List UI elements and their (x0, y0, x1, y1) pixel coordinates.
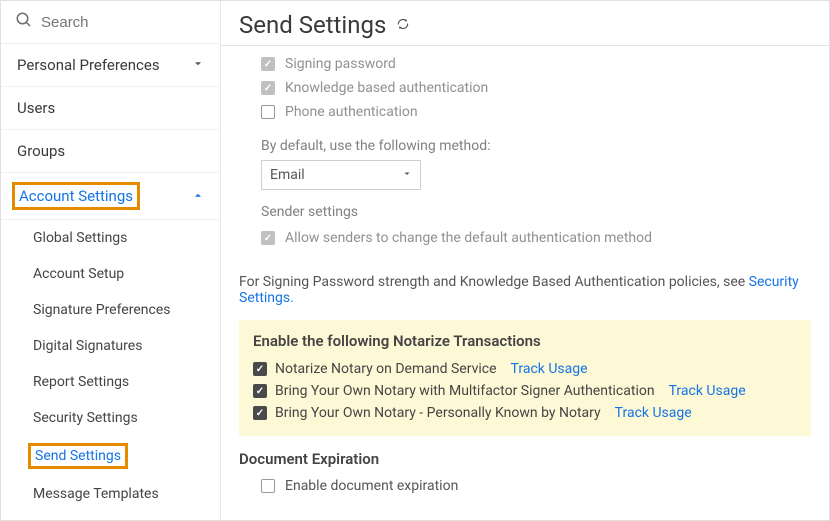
auth-label: Signing password (285, 56, 396, 72)
chevron-down-icon (192, 56, 204, 74)
auth-label: Phone authentication (285, 104, 418, 120)
notarize-opt-label: Notarize Notary on Demand Service (275, 361, 497, 377)
notarize-panel: Enable the following Notarize Transactio… (239, 320, 811, 436)
search-input[interactable] (41, 14, 206, 31)
search-box[interactable] (1, 1, 220, 44)
enable-expiration-row[interactable]: Enable document expiration (239, 474, 811, 498)
notarize-opt2-row[interactable]: ✓ Bring Your Own Notary with Multifactor… (253, 380, 797, 402)
default-method-label: By default, use the following method: (261, 138, 811, 154)
nav-label: Users (17, 99, 55, 117)
checkbox-checked-icon[interactable]: ✓ (253, 406, 267, 420)
sidebar-item-groups[interactable]: Groups (1, 130, 220, 173)
checkbox-unchecked-icon[interactable] (261, 105, 275, 119)
track-usage-link[interactable]: Track Usage (511, 361, 588, 377)
main-content: Send Settings ✓ Signing password ✓ Knowl… (221, 1, 829, 520)
notarize-opt1-row[interactable]: ✓ Notarize Notary on Demand Service Trac… (253, 358, 797, 380)
sub-item-message-templates[interactable]: Message Templates (1, 476, 220, 512)
page-title: Send Settings (239, 11, 386, 39)
policy-text: For Signing Password strength and Knowle… (239, 274, 749, 290)
refresh-icon[interactable] (396, 16, 410, 35)
chevron-up-icon (192, 187, 204, 205)
account-settings-submenu: Global Settings Account Setup Signature … (1, 220, 220, 512)
notarize-opt3-row[interactable]: ✓ Bring Your Own Notary - Personally Kno… (253, 402, 797, 424)
enable-expiration-label: Enable document expiration (285, 478, 458, 494)
sender-allow-change-row: ✓ Allow senders to change the default au… (261, 226, 811, 250)
sub-item-report-settings[interactable]: Report Settings (1, 364, 220, 400)
notarize-opt-label: Bring Your Own Notary - Personally Known… (275, 405, 601, 421)
sub-item-security-settings[interactable]: Security Settings (1, 400, 220, 436)
checkbox-checked-disabled-icon: ✓ (261, 231, 275, 245)
document-expiration-heading: Document Expiration (239, 450, 811, 468)
sidebar: Personal Preferences Users Groups Accoun… (1, 1, 221, 520)
sender-settings-label: Sender settings (261, 204, 811, 220)
auth-signing-password-row: ✓ Signing password (261, 52, 811, 76)
sender-allow-label: Allow senders to change the default auth… (285, 230, 652, 246)
sidebar-item-users[interactable]: Users (1, 87, 220, 130)
nav-label: Account Settings (19, 187, 133, 205)
track-usage-link[interactable]: Track Usage (615, 405, 692, 421)
sidebar-item-account-settings[interactable]: Account Settings (1, 173, 220, 220)
sidebar-item-personal-preferences[interactable]: Personal Preferences (1, 44, 220, 87)
notarize-opt-label: Bring Your Own Notary with Multifactor S… (275, 383, 655, 399)
policy-info-line: For Signing Password strength and Knowle… (239, 274, 811, 306)
select-value: Email (270, 167, 305, 183)
sub-item-signature-preferences[interactable]: Signature Preferences (1, 292, 220, 328)
sub-item-digital-signatures[interactable]: Digital Signatures (1, 328, 220, 364)
sub-item-global-settings[interactable]: Global Settings (1, 220, 220, 256)
sub-item-account-setup[interactable]: Account Setup (1, 256, 220, 292)
notarize-panel-title: Enable the following Notarize Transactio… (253, 332, 797, 350)
checkbox-checked-disabled-icon: ✓ (261, 57, 275, 71)
highlight-marker: Account Settings (12, 182, 140, 210)
nav-label: Personal Preferences (17, 56, 160, 74)
checkbox-checked-disabled-icon: ✓ (261, 81, 275, 95)
chevron-down-icon (402, 167, 412, 183)
checkbox-checked-icon[interactable]: ✓ (253, 362, 267, 376)
checkbox-unchecked-icon[interactable] (261, 479, 275, 493)
track-usage-link[interactable]: Track Usage (669, 383, 746, 399)
default-method-select[interactable]: Email (261, 160, 421, 190)
checkbox-checked-icon[interactable]: ✓ (253, 384, 267, 398)
search-icon (15, 11, 33, 33)
auth-label: Knowledge based authentication (285, 80, 488, 96)
highlight-marker: Send Settings (28, 443, 128, 469)
auth-kba-row: ✓ Knowledge based authentication (261, 76, 811, 100)
nav-label: Groups (17, 142, 65, 160)
sub-item-send-settings[interactable]: Send Settings (1, 436, 220, 476)
sub-item-label: Send Settings (35, 448, 121, 464)
auth-phone-row[interactable]: Phone authentication (261, 100, 811, 124)
